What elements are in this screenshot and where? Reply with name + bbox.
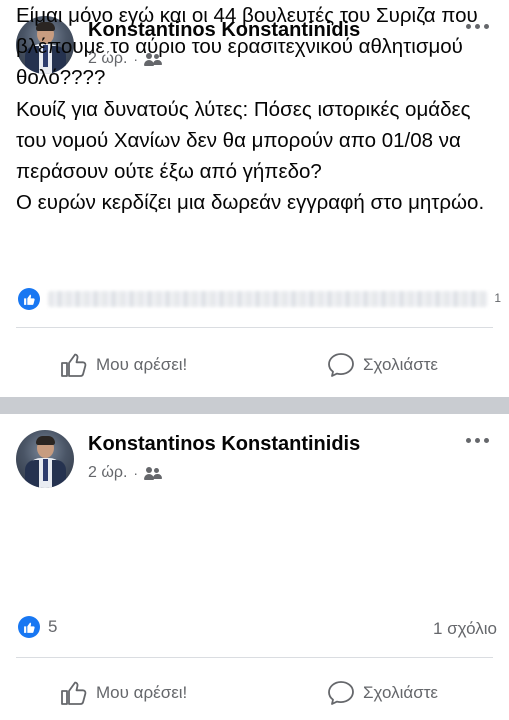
comment-label: Σχολιάστε <box>363 683 438 702</box>
comment-button[interactable]: Σχολιάστε <box>327 680 438 706</box>
like-badge-icon <box>18 616 40 638</box>
post-2: Konstantinos Konstantinidis 2 ώρ. · <box>0 414 509 720</box>
author-avatar[interactable] <box>16 430 74 488</box>
feed-separator <box>0 397 509 414</box>
author-name[interactable]: Konstantinos Konstantinidis <box>88 433 360 456</box>
comment-count[interactable]: 1 σχόλιο <box>433 619 497 639</box>
post-text: Είμαι μόνο εγώ και οι 44 βουλευτές του Σ… <box>16 4 478 89</box>
comment-bubble-icon <box>328 353 354 377</box>
reaction-count: 5 <box>48 617 58 636</box>
reaction-names-blurred <box>48 291 488 307</box>
reaction-count[interactable]: 1 <box>494 291 501 305</box>
post-meta: 2 ώρ. · <box>88 464 163 482</box>
post-text: Κουίζ για δυνατούς λύτες: Πόσες ιστορικέ… <box>16 98 485 214</box>
comment-bubble-icon <box>328 681 354 705</box>
like-button[interactable]: Μου αρέσει! <box>60 352 187 378</box>
thumbs-up-icon <box>61 353 87 377</box>
reactions-summary[interactable] <box>18 288 488 310</box>
like-badge-icon <box>18 288 40 310</box>
divider <box>16 657 493 658</box>
like-label: Μου αρέσει! <box>96 683 188 702</box>
comment-button[interactable]: Σχολιάστε <box>327 352 438 378</box>
like-button[interactable]: Μου αρέσει! <box>60 680 187 706</box>
post-time[interactable]: 2 ώρ. <box>88 464 127 482</box>
thumbs-up-icon <box>61 681 87 705</box>
comment-label: Σχολιάστε <box>363 355 438 374</box>
friends-icon[interactable] <box>144 466 163 480</box>
divider <box>16 327 493 328</box>
reactions-summary[interactable]: 5 <box>18 616 57 638</box>
like-label: Μου αρέσει! <box>96 355 188 374</box>
more-options-icon[interactable] <box>466 438 489 443</box>
meta-separator: · <box>133 465 139 481</box>
